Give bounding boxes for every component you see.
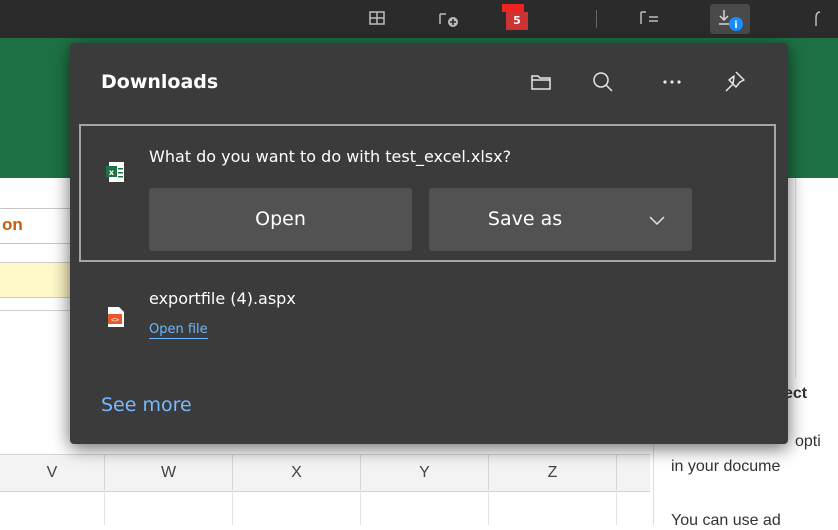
chevron-down-icon[interactable] bbox=[646, 209, 668, 231]
column-header-v[interactable]: V bbox=[0, 455, 105, 491]
column-header-w[interactable]: W bbox=[105, 455, 233, 491]
folder-icon bbox=[531, 75, 551, 90]
side-panel-text: opti bbox=[795, 433, 821, 450]
open-button[interactable]: Open bbox=[149, 188, 412, 251]
calendar-badge: 5 bbox=[506, 12, 528, 30]
pin-icon bbox=[725, 71, 745, 92]
svg-text:i: i bbox=[734, 20, 737, 31]
side-panel-divider bbox=[795, 178, 796, 378]
aspx-file-icon: <> bbox=[108, 307, 124, 327]
grid-cell[interactable] bbox=[0, 490, 105, 525]
column-header-x[interactable]: X bbox=[233, 455, 361, 491]
search-icon bbox=[593, 72, 613, 92]
grid-cell[interactable] bbox=[105, 490, 233, 525]
extensions-icon[interactable] bbox=[812, 8, 838, 30]
save-as-button[interactable]: Save as bbox=[429, 188, 692, 251]
grid-row bbox=[0, 490, 650, 525]
open-file-link[interactable]: Open file bbox=[149, 322, 208, 339]
save-as-label: Save as bbox=[487, 208, 563, 230]
reading-list-icon[interactable] bbox=[636, 8, 662, 30]
browser-toolbar: 5 i bbox=[0, 0, 838, 38]
collections-icon[interactable] bbox=[364, 8, 390, 30]
pin-button[interactable] bbox=[717, 65, 751, 99]
add-favorite-icon[interactable] bbox=[436, 8, 462, 30]
downloads-title: Downloads bbox=[101, 71, 219, 93]
svg-text:x: x bbox=[109, 168, 115, 177]
see-more-link[interactable]: See more bbox=[101, 394, 192, 416]
side-panel-text: in your docume bbox=[671, 458, 781, 475]
column-header-y[interactable]: Y bbox=[361, 455, 489, 491]
search-downloads-button[interactable] bbox=[586, 65, 620, 99]
downloads-flyout: Downloads x What do you want to do with … bbox=[70, 43, 788, 444]
grid-cell[interactable] bbox=[489, 490, 617, 525]
grid-cell[interactable] bbox=[233, 490, 361, 525]
toolbar-divider bbox=[596, 10, 597, 28]
column-header-bar: V W X Y Z bbox=[0, 454, 650, 492]
side-panel-text: You can use ad bbox=[671, 512, 781, 529]
sheet-header-text: on bbox=[2, 215, 23, 234]
excel-file-icon: x bbox=[106, 162, 124, 182]
calendar-icon[interactable]: 5 bbox=[502, 4, 528, 32]
ellipsis-icon bbox=[663, 80, 681, 84]
download-file-name[interactable]: exportfile (4).aspx bbox=[149, 289, 296, 308]
grid-cell[interactable] bbox=[361, 490, 489, 525]
column-header-z[interactable]: Z bbox=[489, 455, 617, 491]
more-options-button[interactable] bbox=[655, 65, 689, 99]
svg-text:<>: <> bbox=[111, 316, 119, 324]
downloads-icon[interactable]: i bbox=[710, 4, 750, 34]
open-folder-button[interactable] bbox=[524, 65, 558, 99]
download-prompt-text: What do you want to do with test_excel.x… bbox=[149, 147, 512, 166]
